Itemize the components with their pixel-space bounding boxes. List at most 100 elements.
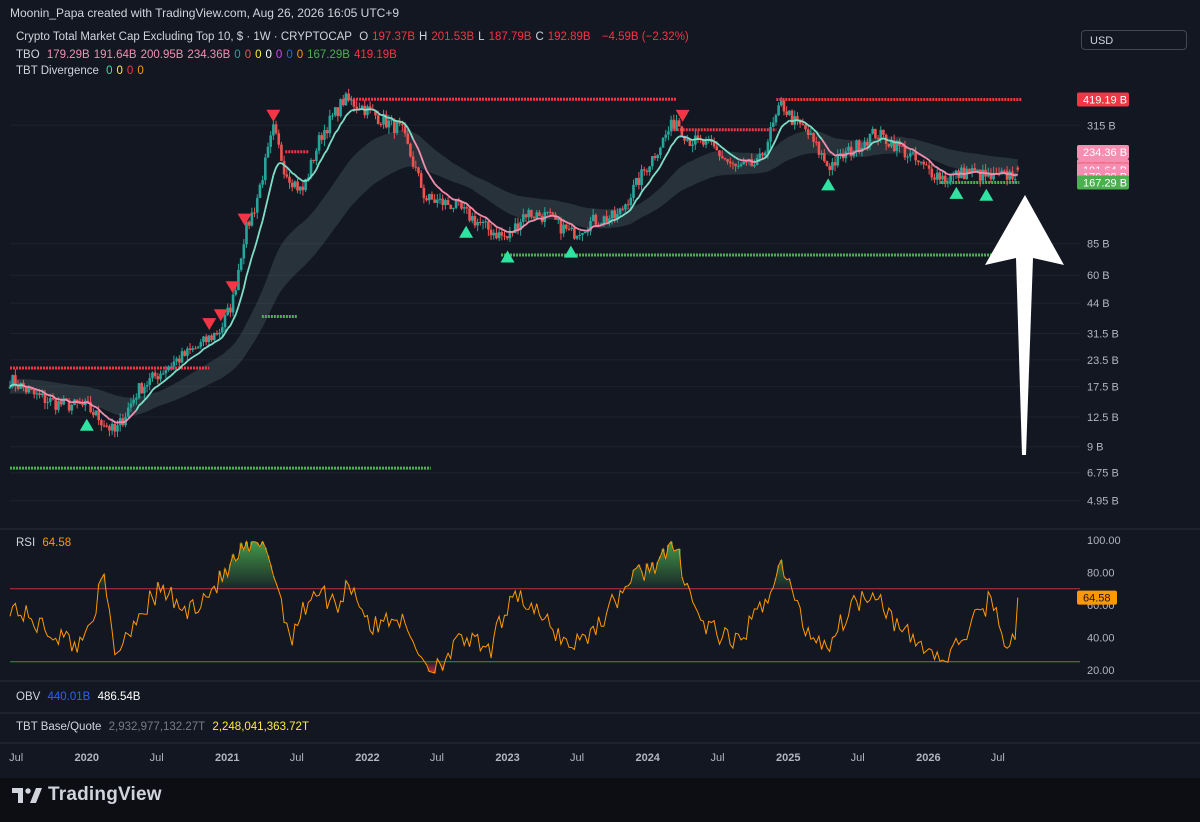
tbo-fast-line bbox=[667, 145, 672, 153]
candle-body bbox=[949, 175, 952, 182]
tbo-fast-line bbox=[880, 137, 884, 141]
tbo-fast-line bbox=[318, 158, 323, 164]
candle-body bbox=[465, 207, 469, 209]
tbt-base-quote-legend[interactable]: TBT Base/Quote 2,932,977,132.27T 2,248,0… bbox=[16, 721, 313, 733]
chart-canvas[interactable]: 315 B 85 B 60 B 44 B 31.5 B 23.5 B 17.5 B 12.5 … bbox=[0, 0, 1200, 778]
candle-body bbox=[911, 152, 915, 154]
candle-body bbox=[199, 342, 203, 347]
tbo-fast-line bbox=[294, 174, 299, 179]
candle-body bbox=[143, 386, 146, 394]
candle-body bbox=[339, 99, 342, 117]
candle-body bbox=[796, 116, 799, 120]
candle-body bbox=[1016, 167, 1020, 170]
buy-signal-triangle bbox=[79, 418, 94, 431]
tbo-fast-line bbox=[261, 208, 267, 221]
tbo-fast-line bbox=[259, 220, 264, 230]
candle-body bbox=[973, 168, 977, 171]
tbo-fast-line bbox=[656, 165, 662, 171]
sell-signal-triangle bbox=[675, 109, 690, 122]
candle-body bbox=[476, 221, 479, 226]
tbo-fast-line bbox=[875, 140, 879, 143]
candle-body bbox=[237, 269, 240, 291]
price-axis-label: 9 B bbox=[1087, 442, 1104, 454]
rsi-legend[interactable]: RSI 64.58 bbox=[16, 537, 75, 549]
tbo-fast-line bbox=[748, 159, 753, 163]
tbo-fast-line bbox=[320, 153, 326, 160]
tbo-fast-line bbox=[428, 174, 433, 180]
candle-body bbox=[626, 204, 630, 206]
tbo-fast-line bbox=[431, 178, 436, 185]
candle-body bbox=[927, 165, 931, 169]
candle-body bbox=[27, 388, 31, 393]
tbo-fast-line bbox=[47, 393, 51, 397]
tbo-fast-line bbox=[58, 398, 62, 401]
candle-body bbox=[653, 156, 657, 159]
candle-body bbox=[288, 176, 291, 183]
tbo-fast-line bbox=[799, 120, 804, 123]
tbo-fast-line bbox=[267, 186, 272, 199]
tbo-fast-line bbox=[1003, 171, 1008, 175]
tbo-cloud bbox=[10, 129, 1018, 417]
candle-body bbox=[436, 199, 439, 203]
candle-body bbox=[215, 333, 219, 335]
candle-body bbox=[484, 221, 487, 223]
candle-body bbox=[49, 398, 52, 402]
tbo-fast-line bbox=[109, 418, 113, 421]
candle-body bbox=[753, 165, 756, 167]
tbo-fast-line bbox=[539, 217, 543, 220]
candle-body bbox=[473, 216, 477, 226]
price-label-text: 234.36 B bbox=[1083, 147, 1127, 159]
tbo-fast-line bbox=[351, 108, 355, 112]
tbo-fast-line bbox=[168, 374, 172, 379]
candle-body bbox=[92, 412, 95, 416]
tbo-fast-line bbox=[493, 223, 498, 228]
tbo-fast-line bbox=[208, 343, 212, 347]
candle-body bbox=[38, 393, 41, 396]
candle-body bbox=[943, 175, 947, 182]
candle-body bbox=[917, 160, 920, 163]
rsi-oversold-fill bbox=[425, 661, 950, 674]
tbo-fast-line bbox=[463, 201, 468, 205]
candle-body bbox=[941, 175, 944, 180]
tbo-fast-line bbox=[50, 394, 54, 398]
candle-body bbox=[102, 425, 106, 427]
candle-body bbox=[196, 346, 200, 349]
candle-body bbox=[809, 133, 813, 135]
time-axis-label: 2020 bbox=[75, 752, 99, 764]
obv-legend[interactable]: OBV 440.01B 486.54B bbox=[16, 691, 144, 703]
tbo-fast-line bbox=[885, 138, 890, 142]
tbo-fast-line bbox=[348, 109, 352, 114]
tbo-fast-line bbox=[326, 143, 331, 151]
candle-body bbox=[814, 141, 818, 143]
candle-body bbox=[212, 333, 216, 341]
tbo-fast-line bbox=[176, 368, 180, 372]
candle-body bbox=[194, 348, 197, 350]
candle-body bbox=[336, 107, 340, 117]
candle-body bbox=[264, 157, 267, 181]
candle-body bbox=[573, 227, 576, 239]
candle-body bbox=[849, 146, 853, 156]
candle-body bbox=[624, 204, 627, 210]
tbo-fast-line bbox=[504, 229, 508, 233]
tbo-fast-line bbox=[845, 152, 849, 156]
candle-body bbox=[691, 144, 694, 146]
tbo-fast-line bbox=[253, 239, 259, 250]
candle-body bbox=[186, 348, 189, 356]
candle-body bbox=[745, 161, 748, 163]
rsi-pane[interactable]: 100.0080.0060.0040.0020.0064.58 bbox=[9, 535, 1121, 677]
obv-label: OBV bbox=[16, 691, 41, 703]
candle-body bbox=[153, 372, 157, 377]
tbo-fast-line bbox=[248, 256, 253, 268]
price-pane[interactable]: 315 B 85 B 60 B 44 B 31.5 B 23.5 B 17.5 B 12.5 … bbox=[8, 88, 1129, 508]
time-axis[interactable]: Jul 2020 Jul 2021 Jul 2022 Jul 2023 Jul 2024 Jul 20… bbox=[9, 752, 1005, 764]
tbo-fast-line bbox=[786, 119, 790, 124]
tbo-fast-line bbox=[439, 188, 444, 193]
candle-body bbox=[1005, 170, 1009, 180]
candle-body bbox=[734, 163, 737, 167]
candle-body bbox=[207, 335, 211, 343]
candle-body bbox=[218, 332, 221, 335]
tbo-fast-line bbox=[536, 217, 540, 220]
candle-body bbox=[739, 164, 743, 167]
tbo-fast-line bbox=[955, 172, 959, 176]
candle-body bbox=[452, 207, 455, 209]
